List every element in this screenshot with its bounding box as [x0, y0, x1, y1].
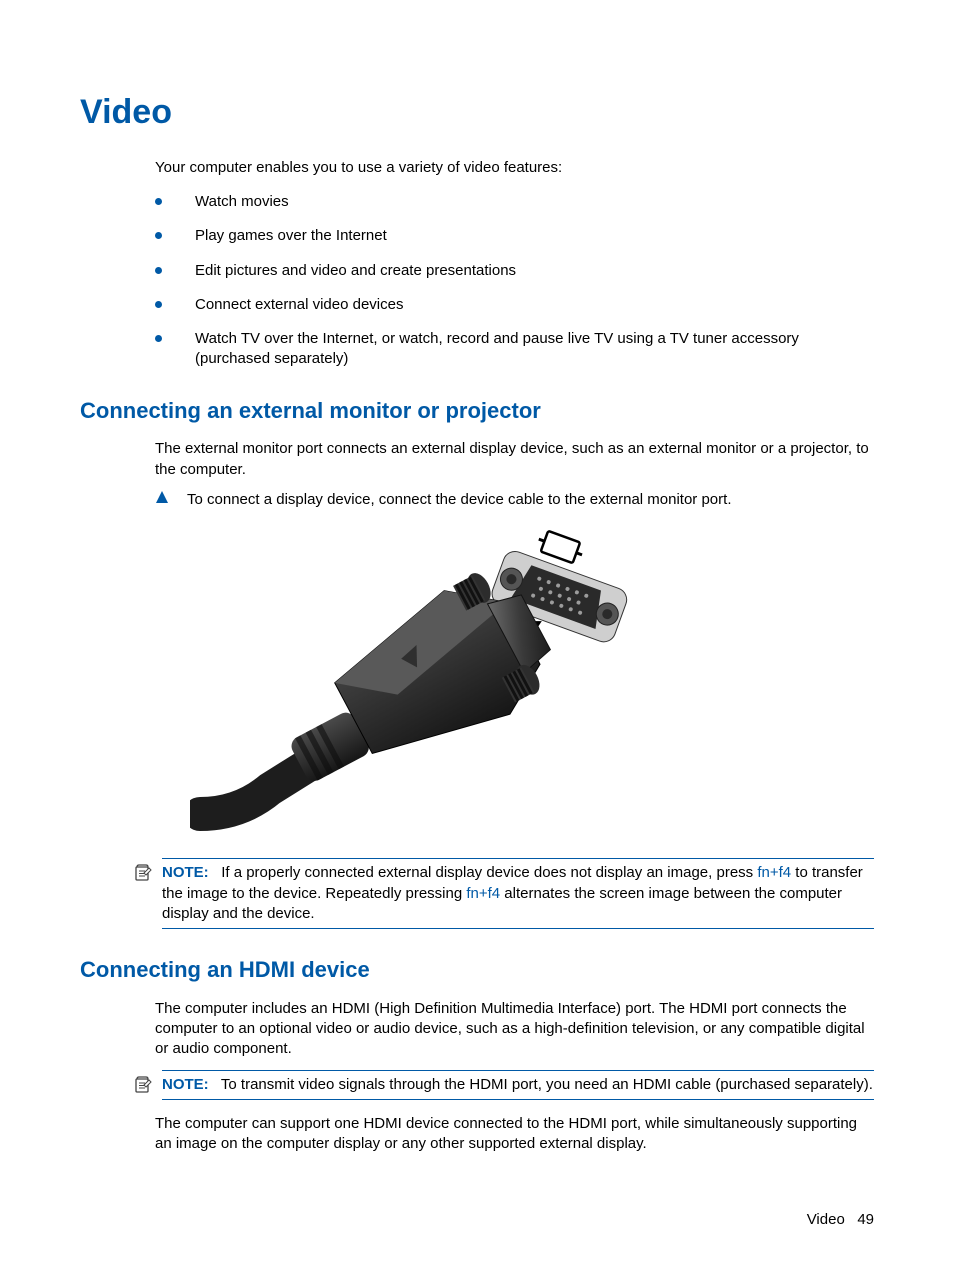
step-text: To connect a display device, connect the…	[187, 490, 731, 510]
note-block: NOTE: To transmit video signals through …	[134, 1070, 874, 1100]
note-body: NOTE: If a properly connected external d…	[162, 858, 874, 929]
note-icon	[134, 858, 152, 929]
note-body: NOTE: To transmit video signals through …	[162, 1070, 874, 1100]
section2-para2: The computer can support one HDMI device…	[155, 1114, 874, 1155]
feature-list: Watch movies Play games over the Interne…	[155, 192, 874, 370]
section2-para1: The computer includes an HDMI (High Defi…	[155, 999, 874, 1060]
page-heading: Video	[80, 90, 874, 136]
step-row: To connect a display device, connect the…	[155, 490, 874, 510]
list-item: Edit pictures and video and create prese…	[155, 261, 874, 281]
list-item: Connect external video devices	[155, 295, 874, 315]
triangle-marker-icon	[155, 490, 169, 510]
vga-connector-illustration	[190, 524, 874, 840]
section1-para: The external monitor port connects an ex…	[155, 439, 874, 480]
note-block: NOTE: If a properly connected external d…	[134, 858, 874, 929]
note-text-pre: If a properly connected external display…	[221, 864, 757, 881]
note-text: To transmit video signals through the HD…	[221, 1076, 873, 1093]
note-icon	[134, 1070, 152, 1100]
list-item: Watch TV over the Internet, or watch, re…	[155, 329, 874, 370]
page-footer: Video 49	[807, 1210, 874, 1230]
footer-section: Video	[807, 1211, 845, 1228]
keyboard-shortcut: fn+f4	[757, 864, 791, 881]
section-heading-hdmi: Connecting an HDMI device	[80, 955, 874, 985]
keyboard-shortcut: fn+f4	[466, 885, 500, 902]
section-heading-monitor: Connecting an external monitor or projec…	[80, 396, 874, 426]
footer-page-number: 49	[857, 1211, 874, 1228]
list-item: Watch movies	[155, 192, 874, 212]
list-item: Play games over the Internet	[155, 226, 874, 246]
note-label: NOTE:	[162, 1076, 209, 1093]
note-label: NOTE:	[162, 864, 209, 881]
intro-text: Your computer enables you to use a varie…	[155, 158, 874, 178]
